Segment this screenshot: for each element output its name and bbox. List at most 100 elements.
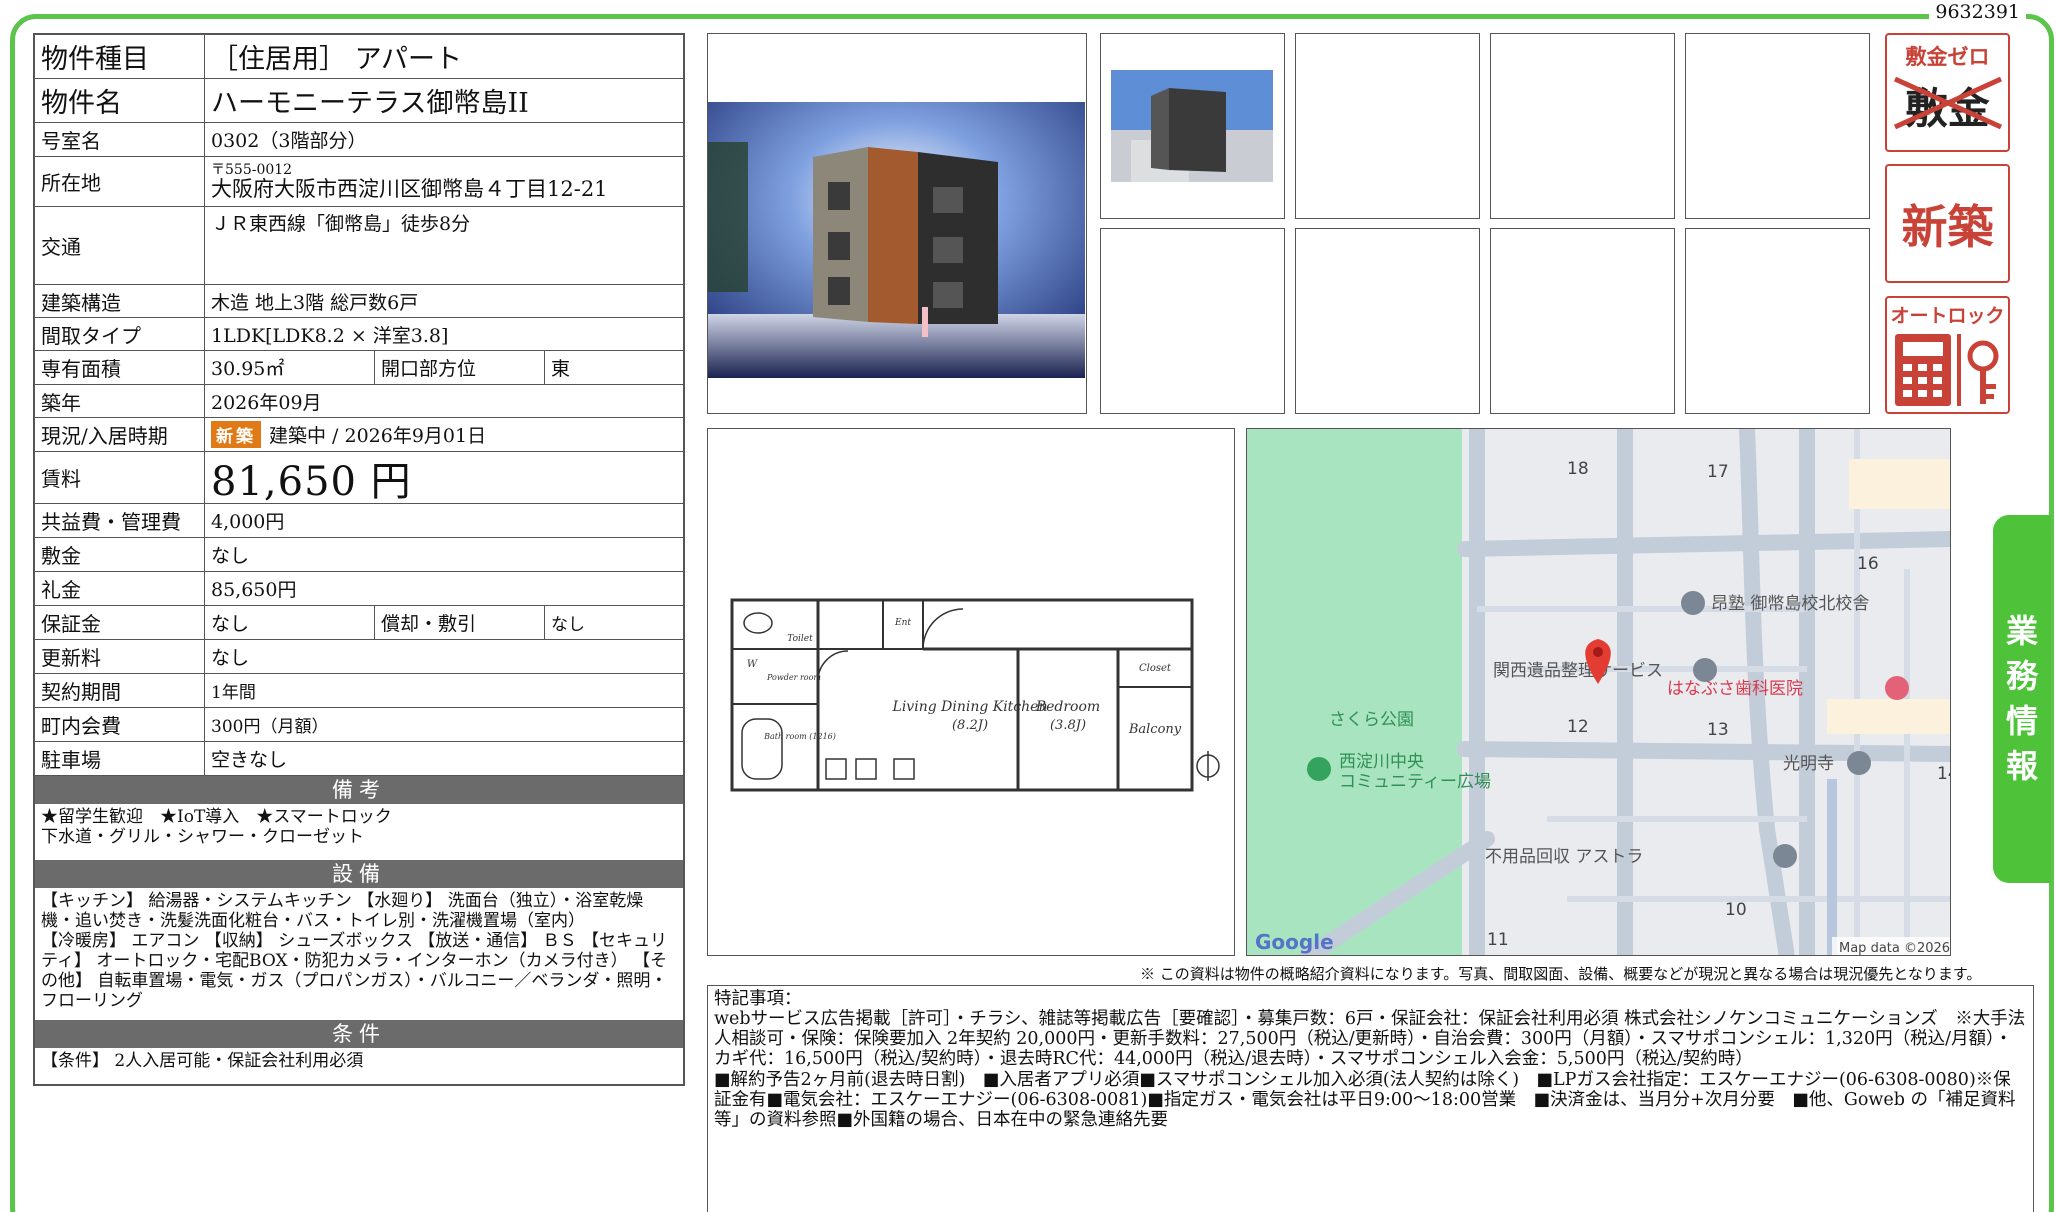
autolock-label: オートロック <box>1890 305 2005 327</box>
type-value: ［住居用］ アパート <box>211 44 463 75</box>
access-value: ＪＲ東西線「御幣島」徒歩8分 <box>211 213 471 235</box>
town-fee-label: 町内会費 <box>35 708 205 741</box>
built-label: 築年 <box>35 385 205 417</box>
rent-value: 81,650 円 <box>211 458 412 504</box>
bath-room-label: Bath room (1216) <box>763 732 836 741</box>
row-deposit: 敷金 なし <box>35 538 683 572</box>
thumbnail-3[interactable] <box>1490 33 1675 219</box>
balcony-label: Balcony <box>1128 722 1182 737</box>
main-building-photo <box>707 33 1087 414</box>
parking-value: 空きなし <box>211 749 288 771</box>
key-money-label: 礼金 <box>35 572 205 605</box>
thumbnail-6[interactable] <box>1295 228 1480 414</box>
new-build-badge: 新築 <box>211 421 261 448</box>
map-label-plaza-1: 西淀川中央 <box>1339 752 1424 772</box>
guarantee-label: 保証金 <box>35 606 205 639</box>
map-canvas: 18 17 16 12 13 14 10 11 昂塾 御幣島校北校舎 関西遺品整… <box>1247 429 1951 956</box>
room-label: 号室名 <box>35 123 205 156</box>
map-block-17: 17 <box>1707 462 1729 482</box>
cross-icon <box>1893 76 2003 130</box>
map-label-dental: はなぶさ歯科医院 <box>1667 679 1803 699</box>
thumbnail-7[interactable] <box>1490 228 1675 414</box>
autolock-badge: オートロック <box>1885 296 2010 414</box>
map-label-sakura: さくら公園 <box>1329 710 1414 730</box>
status-value: 新築 建築中 / 2026年9月01日 <box>205 418 683 451</box>
row-address: 所在地 〒555-0012 大阪府大阪市西淀川区御幣島４丁目12-21 <box>35 157 683 207</box>
row-guarantee: 保証金 なし 償却・敷引 なし <box>35 606 683 640</box>
ldk-label: Living Dining Kitchen <box>892 699 1048 715</box>
conditions-text: 【条件】 2人入居可能・保証会社利用必須 <box>41 1051 364 1071</box>
map-block-18: 18 <box>1567 459 1589 479</box>
washer-label: W <box>747 659 758 670</box>
map-label-kansai: 関西遺品整理サービス <box>1493 661 1663 681</box>
area-value: 30.95㎡ <box>205 351 375 384</box>
equipment-header: 設備 <box>35 860 683 888</box>
row-contract: 契約期間 1年間 <box>35 674 683 708</box>
row-fee: 共益費・管理費 4,000円 <box>35 504 683 538</box>
status-text: 建築中 / 2026年9月01日 <box>269 425 487 447</box>
area-label: 専有面積 <box>35 351 205 384</box>
row-rent: 賃料 81,650 円 <box>35 452 683 504</box>
map-block-14: 14 <box>1937 764 1951 784</box>
document-id: 9632391 <box>1929 1 2026 23</box>
thumbnail-5[interactable] <box>1100 228 1285 414</box>
room-value: 0302（3階部分） <box>211 130 367 152</box>
contract-value: 1年間 <box>211 683 256 703</box>
zip-code: 〒555-0012 <box>211 162 293 179</box>
tab-char-1: 業 <box>2005 612 2038 651</box>
parking-label: 駐車場 <box>35 742 205 775</box>
amort-value: なし <box>551 615 585 635</box>
remarks-header: 備考 <box>35 776 683 804</box>
built-value: 2026年09月 <box>211 391 322 414</box>
town-fee-value: 300円（月額） <box>211 717 329 737</box>
business-info-tab[interactable]: 業 務 情 報 <box>1993 515 2051 883</box>
entrance-label: Ent <box>894 618 911 628</box>
row-layout: 間取タイプ 1LDK[LDK8.2 × 洋室3.8] <box>35 318 683 351</box>
special-notes: 特記事項： webサービス広告掲載［許可］・チラシ、雑誌等掲載広告［要確認］・募… <box>707 985 2034 1212</box>
row-town-fee: 町内会費 300円（月額） <box>35 708 683 742</box>
key-money-value: 85,650円 <box>211 579 297 601</box>
row-built: 築年 2026年09月 <box>35 385 683 418</box>
disclaimer-note: ※ この資料は物件の概略紹介資料になります。写真、間取図面、設備、概要などが現況… <box>1140 965 1982 983</box>
address-label: 所在地 <box>35 157 205 206</box>
layout-label: 間取タイプ <box>35 318 205 350</box>
deposit-zero-badge: 敷金ゼロ 敷金 <box>1885 33 2010 152</box>
row-structure: 建築構造 木造 地上3階 総戸数6戸 <box>35 285 683 318</box>
google-logo: Google <box>1255 930 1334 954</box>
row-status: 現況/入居時期 新築 建築中 / 2026年9月01日 <box>35 418 683 452</box>
map-label-plaza-2: コミュニティー広場 <box>1339 772 1491 792</box>
deposit-struck-label: 敷金 <box>1887 75 2008 136</box>
equipment-text: 【キッチン】 給湯器・システムキッチン 【水廻り】 洗面台（独立）・浴室乾燥機・… <box>41 891 668 1012</box>
map-credit: Map data ©2026 <box>1839 941 1950 956</box>
fee-label: 共益費・管理費 <box>35 504 205 537</box>
row-access: 交通 ＪＲ東西線「御幣島」徒歩8分 <box>35 207 683 285</box>
thumbnail-8[interactable] <box>1685 228 1870 414</box>
renewal-value: なし <box>211 647 250 669</box>
bedroom-size-label: (3.8J) <box>1050 718 1086 733</box>
rent-label: 賃料 <box>35 452 205 503</box>
deposit-zero-label: 敷金ゼロ <box>1905 45 1990 69</box>
row-parking: 駐車場 空きなし <box>35 742 683 776</box>
direction-value: 東 <box>551 358 571 380</box>
row-key-money: 礼金 85,650円 <box>35 572 683 606</box>
closet-label: Closet <box>1139 663 1172 674</box>
row-renewal: 更新料 なし <box>35 640 683 674</box>
row-area: 専有面積 30.95㎡ 開口部方位 東 <box>35 351 683 385</box>
map-block-16: 16 <box>1857 554 1879 574</box>
powder-room-label: Powder room <box>766 673 821 682</box>
toilet-label: Toilet <box>787 634 813 644</box>
thumbnail-4[interactable] <box>1685 33 1870 219</box>
fee-value: 4,000円 <box>211 511 285 533</box>
type-label: 物件種目 <box>35 35 205 78</box>
map-block-13: 13 <box>1707 720 1729 740</box>
map-label-komyoji: 光明寺 <box>1783 754 1834 774</box>
guarantee-value: なし <box>205 606 375 639</box>
thumbnail-1[interactable] <box>1100 33 1285 219</box>
access-label: 交通 <box>35 207 205 284</box>
tab-char-3: 情 <box>2005 702 2038 740</box>
location-map[interactable]: 18 17 16 12 13 14 10 11 昂塾 御幣島校北校舎 関西遺品整… <box>1246 428 1951 956</box>
thumbnail-2[interactable] <box>1295 33 1480 219</box>
map-block-10: 10 <box>1725 900 1747 920</box>
layout-value: 1LDK[LDK8.2 × 洋室3.8] <box>211 324 449 347</box>
deposit-value: なし <box>211 545 250 567</box>
